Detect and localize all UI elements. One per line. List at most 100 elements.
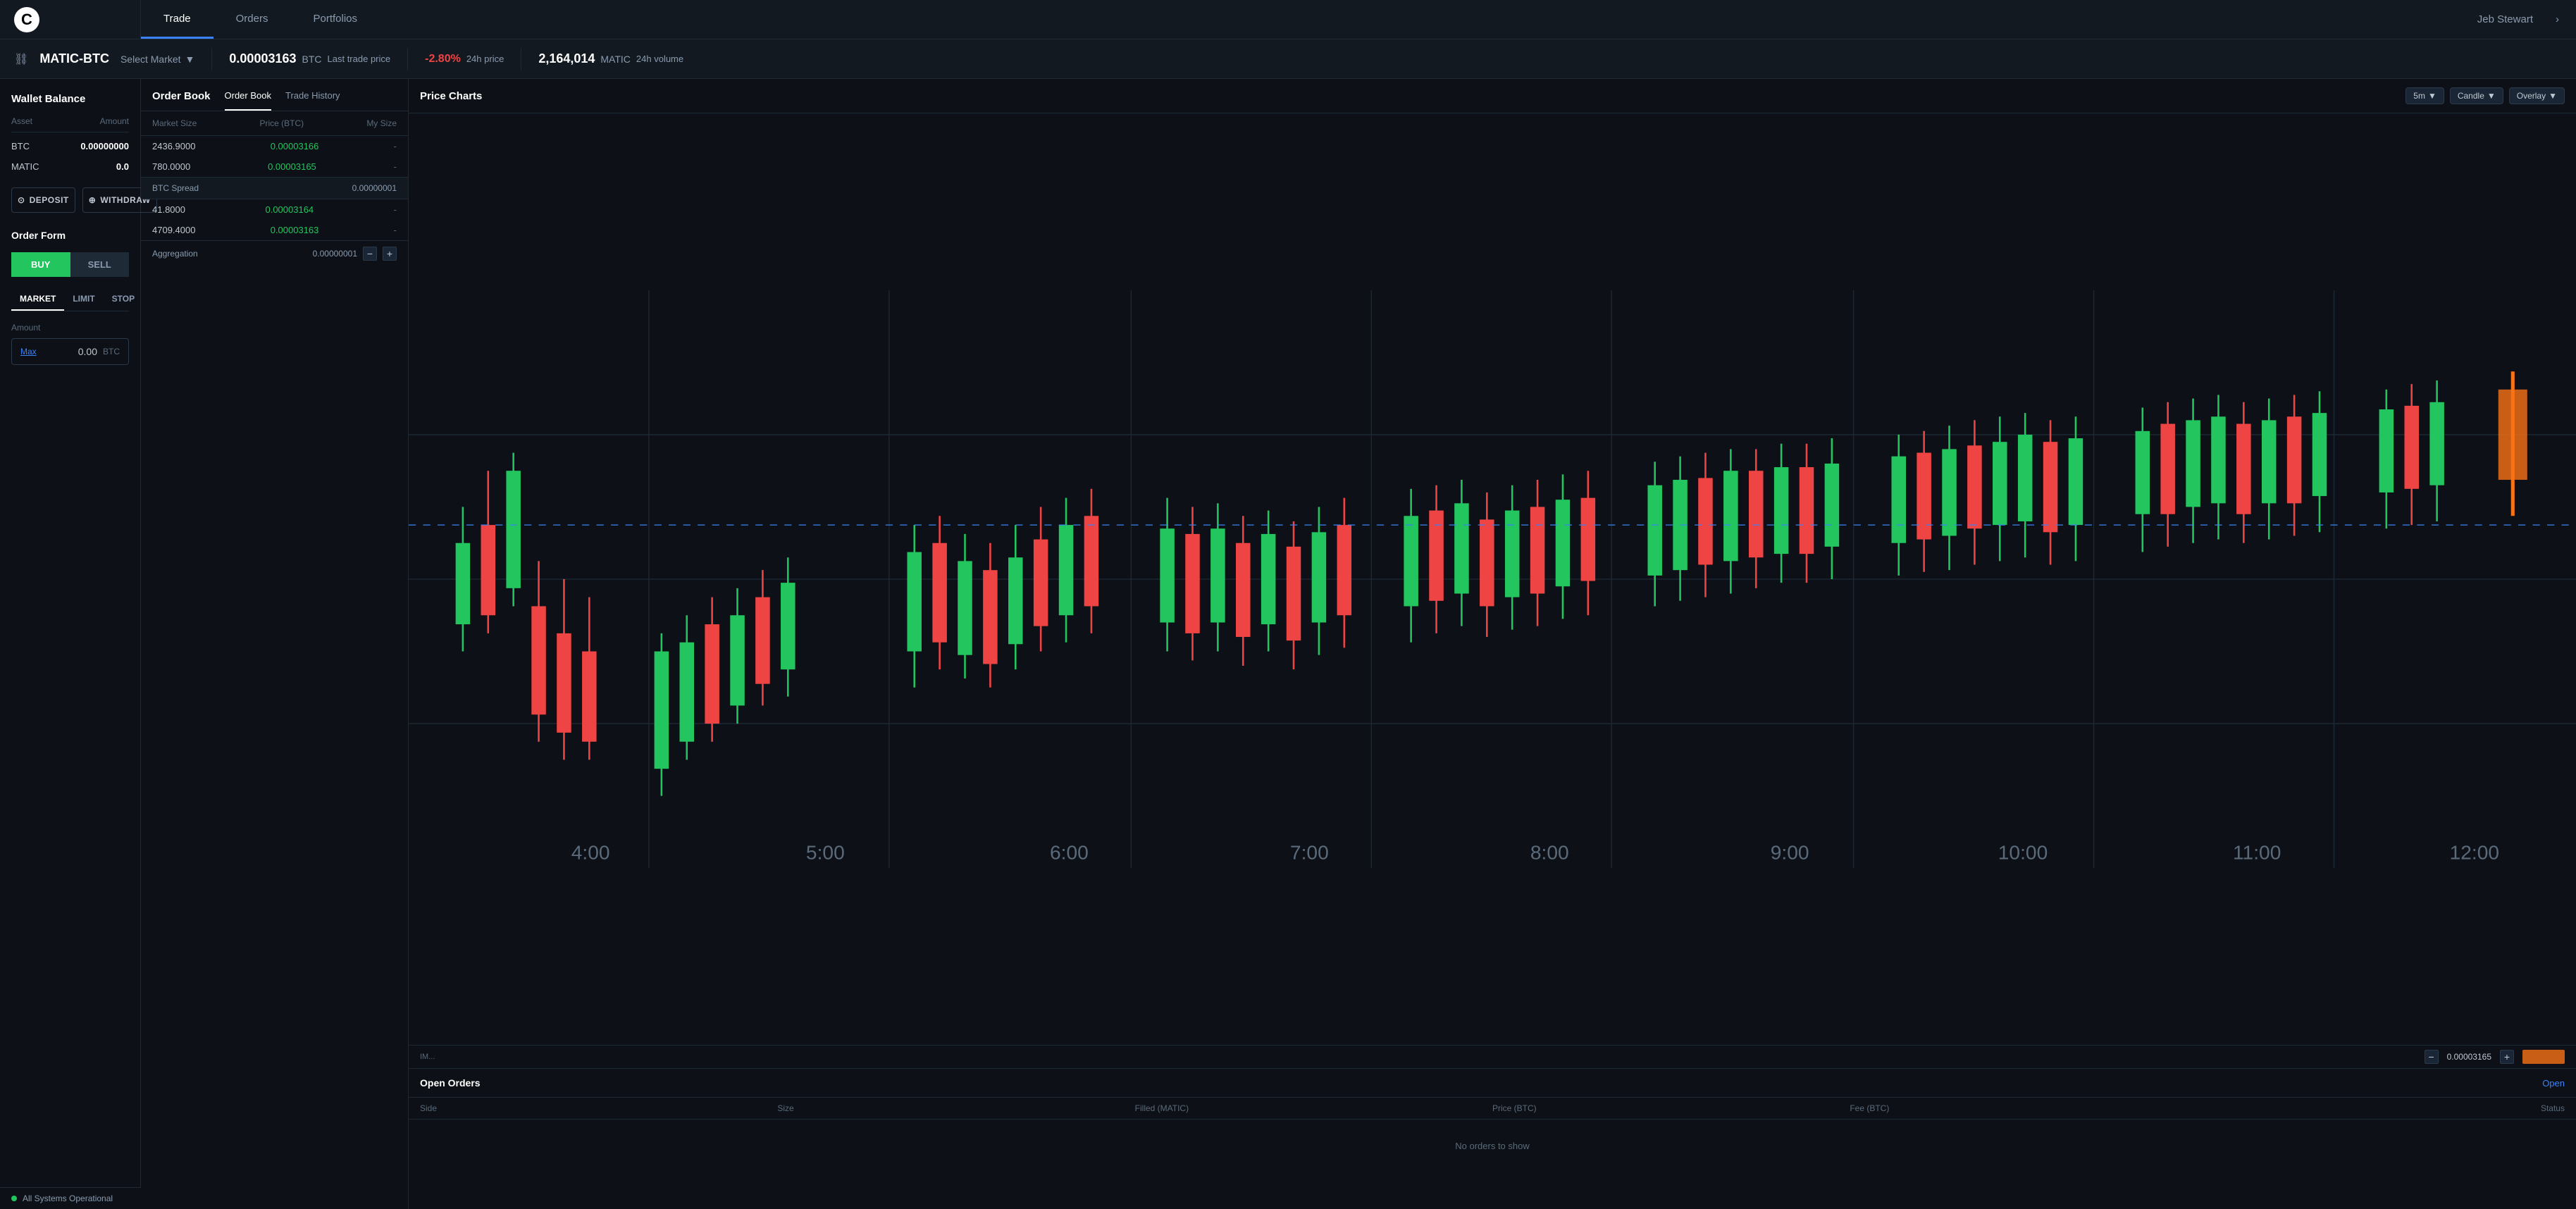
last-trade-price: 0.00003163	[229, 51, 296, 66]
select-market-label: Select Market	[120, 54, 181, 65]
tab-trade-history[interactable]: Trade History	[285, 90, 340, 111]
price-change-value: -2.80%	[425, 53, 461, 66]
wallet-title: Wallet Balance	[11, 93, 129, 105]
status-text: All Systems Operational	[23, 1194, 113, 1203]
last-trade-label: Last trade price	[328, 54, 391, 64]
orange-indicator	[2522, 1050, 2565, 1064]
ob-col-mysize: My Size	[366, 118, 397, 128]
buy-button[interactable]: BUY	[11, 252, 70, 277]
nav-tab-orders[interactable]: Orders	[213, 0, 291, 39]
svg-text:9:00: 9:00	[1771, 841, 1809, 863]
deposit-button[interactable]: ⊙ DEPOSIT	[11, 187, 75, 213]
ob-sell-price-1: 0.00003165	[268, 161, 316, 172]
amount-col-header: Amount	[100, 116, 129, 126]
candlestick-chart: 4:00 5:00 6:00 7:00 8:00 9:00 10:00 11:0…	[409, 113, 2576, 1045]
aggregation-decrease-btn[interactable]: −	[363, 247, 377, 261]
amount-input[interactable]: Max 0.00 BTC	[11, 338, 129, 365]
tab-order-book[interactable]: Order Book	[225, 90, 271, 111]
order-type-stop[interactable]: STOP	[104, 288, 143, 311]
aggregation-controls: 0.00000001 − +	[313, 247, 397, 261]
overlay-price: 0.00003165	[2447, 1052, 2491, 1062]
ob-buy-size-0: 41.8000	[152, 204, 185, 215]
withdraw-icon: ⊕	[89, 195, 97, 205]
svg-text:12:00: 12:00	[2450, 841, 2500, 863]
ob-buy-row-0[interactable]: 41.8000 0.00003164 -	[141, 199, 408, 220]
nav-tab-trade[interactable]: Trade	[141, 0, 213, 39]
asset-matic-name: MATIC	[11, 161, 39, 172]
market-bar: ⛓ MATIC-BTC Select Market ▼ 0.00003163 B…	[0, 39, 2576, 79]
overlay-decrease-btn[interactable]: −	[2425, 1050, 2439, 1064]
price-chart-area: 4:00 5:00 6:00 7:00 8:00 9:00 10:00 11:0…	[409, 113, 2576, 1045]
chart-controls: 5m ▼ Candle ▼ Overlay ▼	[2405, 87, 2565, 104]
sell-button[interactable]: SELL	[70, 252, 130, 277]
ob-buy-mysize-0: -	[394, 204, 397, 215]
chart-title: Price Charts	[420, 90, 482, 102]
no-orders-message: No orders to show	[409, 1120, 2576, 1172]
chart-type-value: Candle	[2458, 91, 2484, 101]
amount-value: 0.00	[37, 346, 97, 357]
nav-tabs: Trade Orders Portfolios	[141, 0, 2460, 39]
orders-col-price: Price (BTC)	[1492, 1103, 1850, 1113]
ob-buy-mysize-1: -	[394, 225, 397, 235]
order-type-limit[interactable]: LIMIT	[64, 288, 103, 311]
orders-col-status: Status	[2207, 1103, 2565, 1113]
ob-sell-price-0: 0.00003166	[271, 141, 319, 151]
buy-sell-tabs: BUY SELL	[11, 252, 129, 277]
spread-value: 0.00000001	[352, 183, 397, 193]
nav-user[interactable]: Jeb Stewart	[2477, 13, 2533, 25]
timeframe-select[interactable]: 5m ▼	[2405, 87, 2444, 104]
orders-col-size: Size	[777, 1103, 1134, 1113]
divider2	[407, 48, 408, 70]
ob-sell-row-1[interactable]: 780.0000 0.00003165 -	[141, 156, 408, 177]
chart-type-select[interactable]: Candle ▼	[2450, 87, 2503, 104]
asset-row-btc: BTC 0.00000000	[11, 141, 129, 151]
spread-row: BTC Spread 0.00000001	[141, 177, 408, 199]
nav-chevron-icon[interactable]: ›	[2556, 13, 2559, 25]
aggregation-row: Aggregation 0.00000001 − +	[141, 240, 408, 266]
orderbook-col-headers: Market Size Price (BTC) My Size	[141, 111, 408, 136]
volume-info: 2,164,014 MATIC 24h volume	[538, 51, 683, 66]
order-book-panel: Order Book Order Book Trade History Mark…	[141, 79, 409, 1209]
orders-col-fee: Fee (BTC)	[1850, 1103, 2207, 1113]
order-type-market[interactable]: MARKET	[11, 288, 64, 311]
dropdown-icon: ▼	[185, 54, 195, 65]
open-orders-link[interactable]: Open	[2542, 1078, 2565, 1089]
nav-tab-portfolios[interactable]: Portfolios	[290, 0, 380, 39]
market-pair: MATIC-BTC	[39, 51, 109, 66]
svg-text:8:00: 8:00	[1530, 841, 1569, 863]
overlay-select[interactable]: Overlay ▼	[2509, 87, 2565, 104]
svg-text:5:00: 5:00	[806, 841, 845, 863]
spread-label: BTC Spread	[152, 183, 199, 193]
select-market-button[interactable]: Select Market ▼	[120, 54, 194, 65]
overlay-increase-btn[interactable]: +	[2500, 1050, 2514, 1064]
svg-text:10:00: 10:00	[1998, 841, 2048, 863]
ob-sell-size-1: 780.0000	[152, 161, 190, 172]
ob-sell-row-0[interactable]: 2436.9000 0.00003166 -	[141, 136, 408, 156]
nav-right: Jeb Stewart ›	[2460, 0, 2576, 39]
asset-btc-name: BTC	[11, 141, 30, 151]
ob-col-size: Market Size	[152, 118, 197, 128]
svg-text:11:00: 11:00	[2233, 841, 2281, 863]
logo-icon[interactable]: C	[14, 7, 39, 32]
amount-max-link[interactable]: Max	[20, 347, 37, 356]
logo-area: C	[0, 0, 141, 39]
asset-header: Asset Amount	[11, 116, 129, 132]
sidebar: Wallet Balance Asset Amount BTC 0.000000…	[0, 79, 141, 1209]
link-icon: ⛓	[14, 52, 28, 66]
main-layout: Wallet Balance Asset Amount BTC 0.000000…	[0, 79, 2576, 1209]
aggregation-increase-btn[interactable]: +	[383, 247, 397, 261]
deposit-icon: ⊙	[18, 195, 25, 205]
orders-col-filled: Filled (MATIC)	[1135, 1103, 1492, 1113]
asset-matic-amount: 0.0	[116, 161, 129, 172]
chart-header: Price Charts 5m ▼ Candle ▼ Overlay ▼	[409, 79, 2576, 113]
ob-buy-row-1[interactable]: 4709.4000 0.00003163 -	[141, 220, 408, 240]
ob-buy-price-1: 0.00003163	[271, 225, 319, 235]
chart-overlay-bar: IM... − 0.00003165 +	[409, 1045, 2576, 1068]
asset-row-matic: MATIC 0.0	[11, 161, 129, 172]
ob-sell-size-0: 2436.9000	[152, 141, 195, 151]
ob-sell-mysize-0: -	[394, 141, 397, 151]
svg-text:4:00: 4:00	[571, 841, 610, 863]
amount-unit: BTC	[103, 347, 120, 356]
top-nav: C Trade Orders Portfolios Jeb Stewart ›	[0, 0, 2576, 39]
divider	[211, 48, 212, 70]
